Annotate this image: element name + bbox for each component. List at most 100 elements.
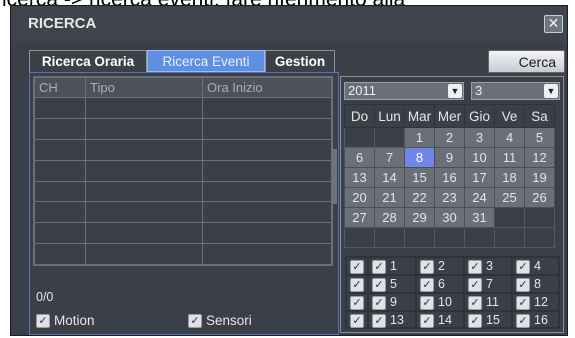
calendar-day[interactable]: 14	[374, 167, 405, 188]
table-cell	[85, 243, 203, 265]
row-select-checkbox[interactable]: ✓	[350, 296, 364, 310]
channel-checkbox[interactable]: ✓	[372, 278, 386, 292]
channel-checkbox[interactable]: ✓	[420, 296, 434, 310]
calendar-day[interactable]: 3	[464, 127, 495, 148]
column-header-tipo[interactable]: Tipo	[85, 77, 203, 98]
calendar-day[interactable]: 19	[524, 167, 555, 188]
tab-label: Gestion	[274, 54, 326, 69]
motion-label: Motion	[54, 313, 95, 328]
table-row[interactable]	[34, 201, 332, 224]
table-row[interactable]	[34, 180, 332, 203]
channel-checkbox[interactable]: ✓	[468, 296, 482, 310]
channel-option[interactable]: ✓ 9	[368, 293, 416, 311]
calendar-day[interactable]: 9	[434, 147, 465, 168]
channel-option[interactable]: ✓ 3	[464, 257, 512, 275]
channel-checkbox[interactable]: ✓	[420, 260, 434, 274]
calendar-day[interactable]: 18	[494, 167, 525, 188]
calendar-day[interactable]: 16	[434, 167, 465, 188]
close-button[interactable]: ✕	[544, 15, 563, 33]
calendar-day[interactable]: 10	[464, 147, 495, 168]
calendar-day[interactable]: 7	[374, 147, 405, 168]
channel-checkbox[interactable]: ✓	[516, 314, 530, 328]
calendar-day[interactable]: 23	[434, 187, 465, 208]
calendar-day[interactable]: 22	[404, 187, 435, 208]
channel-option[interactable]: ✓ 10	[416, 293, 464, 311]
channel-option[interactable]: ✓ 13	[368, 311, 416, 329]
table-row[interactable]	[34, 222, 332, 245]
calendar-day[interactable]: 25	[494, 187, 525, 208]
channel-option[interactable]: ✓ 11	[464, 293, 512, 311]
calendar-day[interactable]: 26	[524, 187, 555, 208]
table-row[interactable]	[34, 97, 332, 119]
calendar-day[interactable]: 29	[404, 207, 435, 228]
table-row[interactable]	[34, 117, 332, 140]
channel-option[interactable]: ✓ 15	[464, 311, 512, 329]
sensori-checkbox[interactable]: ✓	[188, 314, 202, 328]
calendar-day[interactable]: 30	[434, 207, 465, 228]
channel-checkbox[interactable]: ✓	[468, 278, 482, 292]
calendar-day[interactable]: 31	[464, 207, 495, 228]
table-cell	[202, 159, 332, 182]
channel-checkbox[interactable]: ✓	[420, 314, 434, 328]
channel-checkbox[interactable]: ✓	[516, 296, 530, 310]
channel-option[interactable]: ✓ 5	[368, 275, 416, 293]
column-header-ora-inizio[interactable]: Ora Inizio	[202, 77, 332, 98]
channel-checkbox[interactable]: ✓	[372, 296, 386, 310]
search-button[interactable]: Cerca	[488, 50, 565, 73]
calendar-day[interactable]: 17	[464, 167, 495, 188]
channel-number: 4	[534, 259, 541, 273]
tab-ricerca-eventi[interactable]: Ricerca Eventi	[147, 50, 265, 72]
calendar-day[interactable]: 4	[494, 127, 525, 148]
calendar-day[interactable]: 21	[374, 187, 405, 208]
table-cell	[202, 117, 332, 140]
channel-option[interactable]: ✓ 7	[464, 275, 512, 293]
channel-checkbox[interactable]: ✓	[468, 260, 482, 274]
calendar-day[interactable]: 5	[524, 127, 555, 148]
table-row[interactable]	[34, 159, 332, 182]
channel-option[interactable]: ✓ 2	[416, 257, 464, 275]
calendar-day[interactable]: 28	[374, 207, 405, 228]
tab-gestione[interactable]: Gestion	[265, 50, 335, 72]
channel-option[interactable]: ✓ 1	[368, 257, 416, 275]
channel-checkbox[interactable]: ✓	[372, 314, 386, 328]
row-select-checkbox[interactable]: ✓	[350, 260, 364, 274]
table-row[interactable]	[34, 243, 332, 265]
channel-option[interactable]: ✓ 4	[512, 257, 559, 275]
calendar-day[interactable]: 27	[344, 207, 375, 228]
motion-checkbox[interactable]: ✓	[36, 314, 50, 328]
channel-row-select-all[interactable]: ✓	[346, 275, 368, 293]
scrollbar-handle[interactable]	[332, 149, 337, 204]
calendar-day[interactable]: 1	[404, 127, 435, 148]
calendar-day[interactable]: 24	[464, 187, 495, 208]
calendar-day[interactable]: 8	[404, 147, 435, 168]
channel-row-select-all[interactable]: ✓	[346, 311, 368, 329]
calendar-day[interactable]: 13	[344, 167, 375, 188]
channel-checkbox[interactable]: ✓	[516, 278, 530, 292]
calendar-day[interactable]: 15	[404, 167, 435, 188]
row-select-checkbox[interactable]: ✓	[350, 314, 364, 328]
channel-option[interactable]: ✓ 12	[512, 293, 559, 311]
channel-checkbox[interactable]: ✓	[516, 260, 530, 274]
column-header-ch[interactable]: CH	[34, 77, 86, 98]
channel-checkbox[interactable]: ✓	[420, 278, 434, 292]
month-select[interactable]: 3 ▼	[471, 82, 560, 100]
table-row[interactable]	[34, 138, 332, 161]
channel-option[interactable]: ✓ 14	[416, 311, 464, 329]
channel-checkbox[interactable]: ✓	[372, 260, 386, 274]
calendar-day[interactable]: 12	[524, 147, 555, 168]
year-select[interactable]: 2011 ▼	[344, 82, 464, 100]
checkmark-icon: ✓	[190, 314, 200, 327]
calendar-day[interactable]: 11	[494, 147, 525, 168]
channel-option[interactable]: ✓ 16	[512, 311, 559, 329]
channel-row-select-all[interactable]: ✓	[346, 257, 368, 275]
calendar-day[interactable]: 6	[344, 147, 375, 168]
channel-option[interactable]: ✓ 6	[416, 275, 464, 293]
calendar-day[interactable]: 2	[434, 127, 465, 148]
channel-option[interactable]: ✓ 8	[512, 275, 559, 293]
table-cell	[85, 138, 203, 161]
row-select-checkbox[interactable]: ✓	[350, 278, 364, 292]
calendar-day[interactable]: 20	[344, 187, 375, 208]
channel-checkbox[interactable]: ✓	[468, 314, 482, 328]
tab-ricerca-oraria[interactable]: Ricerca Oraria	[29, 50, 147, 72]
channel-row-select-all[interactable]: ✓	[346, 293, 368, 311]
